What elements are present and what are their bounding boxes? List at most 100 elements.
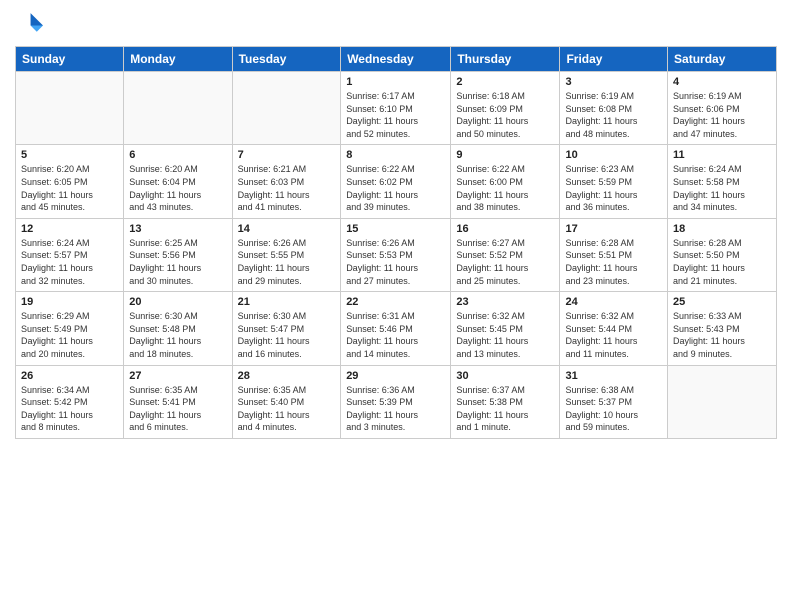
calendar-header-monday: Monday xyxy=(124,47,232,72)
calendar-cell: 19 Sunrise: 6:29 AM Sunset: 5:49 PM Dayli… xyxy=(16,292,124,365)
day-info: Sunrise: 6:37 AM Sunset: 5:38 PM Dayligh… xyxy=(456,384,554,434)
day-info: Sunrise: 6:25 AM Sunset: 5:56 PM Dayligh… xyxy=(129,237,226,287)
day-info: Sunrise: 6:20 AM Sunset: 6:05 PM Dayligh… xyxy=(21,163,118,213)
day-number: 15 xyxy=(346,223,445,235)
day-number: 18 xyxy=(673,223,771,235)
calendar-cell: 31 Sunrise: 6:38 AM Sunset: 5:37 PM Dayli… xyxy=(560,365,668,438)
calendar-cell: 12 Sunrise: 6:24 AM Sunset: 5:57 PM Dayli… xyxy=(16,218,124,291)
header xyxy=(15,10,777,38)
day-number: 17 xyxy=(565,223,662,235)
calendar-cell xyxy=(124,72,232,145)
day-number: 11 xyxy=(673,149,771,161)
day-number: 4 xyxy=(673,76,771,88)
day-info: Sunrise: 6:29 AM Sunset: 5:49 PM Dayligh… xyxy=(21,310,118,360)
day-number: 8 xyxy=(346,149,445,161)
calendar-cell: 14 Sunrise: 6:26 AM Sunset: 5:55 PM Dayli… xyxy=(232,218,341,291)
day-number: 10 xyxy=(565,149,662,161)
day-info: Sunrise: 6:23 AM Sunset: 5:59 PM Dayligh… xyxy=(565,163,662,213)
calendar-cell: 7 Sunrise: 6:21 AM Sunset: 6:03 PM Daylig… xyxy=(232,145,341,218)
day-number: 28 xyxy=(238,370,336,382)
day-number: 21 xyxy=(238,296,336,308)
day-info: Sunrise: 6:28 AM Sunset: 5:51 PM Dayligh… xyxy=(565,237,662,287)
day-number: 7 xyxy=(238,149,336,161)
calendar-header-sunday: Sunday xyxy=(16,47,124,72)
day-number: 6 xyxy=(129,149,226,161)
day-number: 14 xyxy=(238,223,336,235)
calendar-cell: 2 Sunrise: 6:18 AM Sunset: 6:09 PM Daylig… xyxy=(451,72,560,145)
day-info: Sunrise: 6:24 AM Sunset: 5:57 PM Dayligh… xyxy=(21,237,118,287)
calendar-cell: 17 Sunrise: 6:28 AM Sunset: 5:51 PM Dayli… xyxy=(560,218,668,291)
calendar-cell: 6 Sunrise: 6:20 AM Sunset: 6:04 PM Daylig… xyxy=(124,145,232,218)
day-number: 9 xyxy=(456,149,554,161)
calendar-header-wednesday: Wednesday xyxy=(341,47,451,72)
day-number: 13 xyxy=(129,223,226,235)
calendar-cell: 10 Sunrise: 6:23 AM Sunset: 5:59 PM Dayli… xyxy=(560,145,668,218)
day-number: 2 xyxy=(456,76,554,88)
calendar-cell: 20Sunrise: 6:30 AM Sunset: 5:48 PM Dayli… xyxy=(124,292,232,365)
calendar-cell: 24Sunrise: 6:32 AM Sunset: 5:44 PM Dayli… xyxy=(560,292,668,365)
day-info: Sunrise: 6:32 AM Sunset: 5:44 PM Dayligh… xyxy=(565,310,662,360)
calendar-header-tuesday: Tuesday xyxy=(232,47,341,72)
day-info: Sunrise: 6:38 AM Sunset: 5:37 PM Dayligh… xyxy=(565,384,662,434)
day-number: 19 xyxy=(21,296,118,308)
day-number: 23 xyxy=(456,296,554,308)
day-info: Sunrise: 6:22 AM Sunset: 6:00 PM Dayligh… xyxy=(456,163,554,213)
day-info: Sunrise: 6:26 AM Sunset: 5:55 PM Dayligh… xyxy=(238,237,336,287)
calendar-week-1: 1Sunrise: 6:17 AM Sunset: 6:10 PM Daylig… xyxy=(16,72,777,145)
day-info: Sunrise: 6:36 AM Sunset: 5:39 PM Dayligh… xyxy=(346,384,445,434)
calendar-header-saturday: Saturday xyxy=(668,47,777,72)
day-info: Sunrise: 6:35 AM Sunset: 5:40 PM Dayligh… xyxy=(238,384,336,434)
calendar-cell: 21Sunrise: 6:30 AM Sunset: 5:47 PM Dayli… xyxy=(232,292,341,365)
day-number: 31 xyxy=(565,370,662,382)
calendar-cell: 28 Sunrise: 6:35 AM Sunset: 5:40 PM Dayli… xyxy=(232,365,341,438)
calendar-cell: 27 Sunrise: 6:35 AM Sunset: 5:41 PM Dayli… xyxy=(124,365,232,438)
calendar-cell: 23 Sunrise: 6:32 AM Sunset: 5:45 PM Dayli… xyxy=(451,292,560,365)
calendar-cell: 5 Sunrise: 6:20 AM Sunset: 6:05 PM Daylig… xyxy=(16,145,124,218)
day-info: Sunrise: 6:19 AM Sunset: 6:08 PM Dayligh… xyxy=(565,90,662,140)
calendar-cell: 3Sunrise: 6:19 AM Sunset: 6:08 PM Daylig… xyxy=(560,72,668,145)
day-info: Sunrise: 6:17 AM Sunset: 6:10 PM Dayligh… xyxy=(346,90,445,140)
day-info: Sunrise: 6:32 AM Sunset: 5:45 PM Dayligh… xyxy=(456,310,554,360)
day-info: Sunrise: 6:27 AM Sunset: 5:52 PM Dayligh… xyxy=(456,237,554,287)
logo xyxy=(15,10,47,38)
calendar-cell: 13 Sunrise: 6:25 AM Sunset: 5:56 PM Dayli… xyxy=(124,218,232,291)
calendar-cell: 9 Sunrise: 6:22 AM Sunset: 6:00 PM Daylig… xyxy=(451,145,560,218)
calendar-header-row: SundayMondayTuesdayWednesdayThursdayFrid… xyxy=(16,47,777,72)
logo-icon xyxy=(15,10,43,38)
calendar-cell: 29 Sunrise: 6:36 AM Sunset: 5:39 PM Dayli… xyxy=(341,365,451,438)
calendar-week-2: 5 Sunrise: 6:20 AM Sunset: 6:05 PM Daylig… xyxy=(16,145,777,218)
day-info: Sunrise: 6:28 AM Sunset: 5:50 PM Dayligh… xyxy=(673,237,771,287)
calendar-cell xyxy=(16,72,124,145)
day-info: Sunrise: 6:20 AM Sunset: 6:04 PM Dayligh… xyxy=(129,163,226,213)
calendar-cell xyxy=(668,365,777,438)
day-number: 27 xyxy=(129,370,226,382)
calendar-cell: 8 Sunrise: 6:22 AM Sunset: 6:02 PM Daylig… xyxy=(341,145,451,218)
day-info: Sunrise: 6:18 AM Sunset: 6:09 PM Dayligh… xyxy=(456,90,554,140)
day-info: Sunrise: 6:35 AM Sunset: 5:41 PM Dayligh… xyxy=(129,384,226,434)
day-number: 26 xyxy=(21,370,118,382)
calendar-cell: 4Sunrise: 6:19 AM Sunset: 6:06 PM Daylig… xyxy=(668,72,777,145)
calendar-cell: 26 Sunrise: 6:34 AM Sunset: 5:42 PM Dayli… xyxy=(16,365,124,438)
day-number: 29 xyxy=(346,370,445,382)
day-info: Sunrise: 6:22 AM Sunset: 6:02 PM Dayligh… xyxy=(346,163,445,213)
calendar-cell: 16 Sunrise: 6:27 AM Sunset: 5:52 PM Dayli… xyxy=(451,218,560,291)
calendar-week-3: 12 Sunrise: 6:24 AM Sunset: 5:57 PM Dayli… xyxy=(16,218,777,291)
day-info: Sunrise: 6:21 AM Sunset: 6:03 PM Dayligh… xyxy=(238,163,336,213)
calendar-week-5: 26 Sunrise: 6:34 AM Sunset: 5:42 PM Dayli… xyxy=(16,365,777,438)
day-info: Sunrise: 6:31 AM Sunset: 5:46 PM Dayligh… xyxy=(346,310,445,360)
page: SundayMondayTuesdayWednesdayThursdayFrid… xyxy=(0,0,792,612)
calendar-cell: 11Sunrise: 6:24 AM Sunset: 5:58 PM Dayli… xyxy=(668,145,777,218)
day-info: Sunrise: 6:34 AM Sunset: 5:42 PM Dayligh… xyxy=(21,384,118,434)
day-number: 16 xyxy=(456,223,554,235)
day-number: 12 xyxy=(21,223,118,235)
calendar-cell: 1Sunrise: 6:17 AM Sunset: 6:10 PM Daylig… xyxy=(341,72,451,145)
day-info: Sunrise: 6:26 AM Sunset: 5:53 PM Dayligh… xyxy=(346,237,445,287)
day-number: 5 xyxy=(21,149,118,161)
calendar-cell: 25Sunrise: 6:33 AM Sunset: 5:43 PM Dayli… xyxy=(668,292,777,365)
calendar-cell: 30 Sunrise: 6:37 AM Sunset: 5:38 PM Dayli… xyxy=(451,365,560,438)
calendar-cell: 15 Sunrise: 6:26 AM Sunset: 5:53 PM Dayli… xyxy=(341,218,451,291)
day-number: 30 xyxy=(456,370,554,382)
calendar-cell: 18 Sunrise: 6:28 AM Sunset: 5:50 PM Dayli… xyxy=(668,218,777,291)
calendar-week-4: 19 Sunrise: 6:29 AM Sunset: 5:49 PM Dayli… xyxy=(16,292,777,365)
day-number: 25 xyxy=(673,296,771,308)
